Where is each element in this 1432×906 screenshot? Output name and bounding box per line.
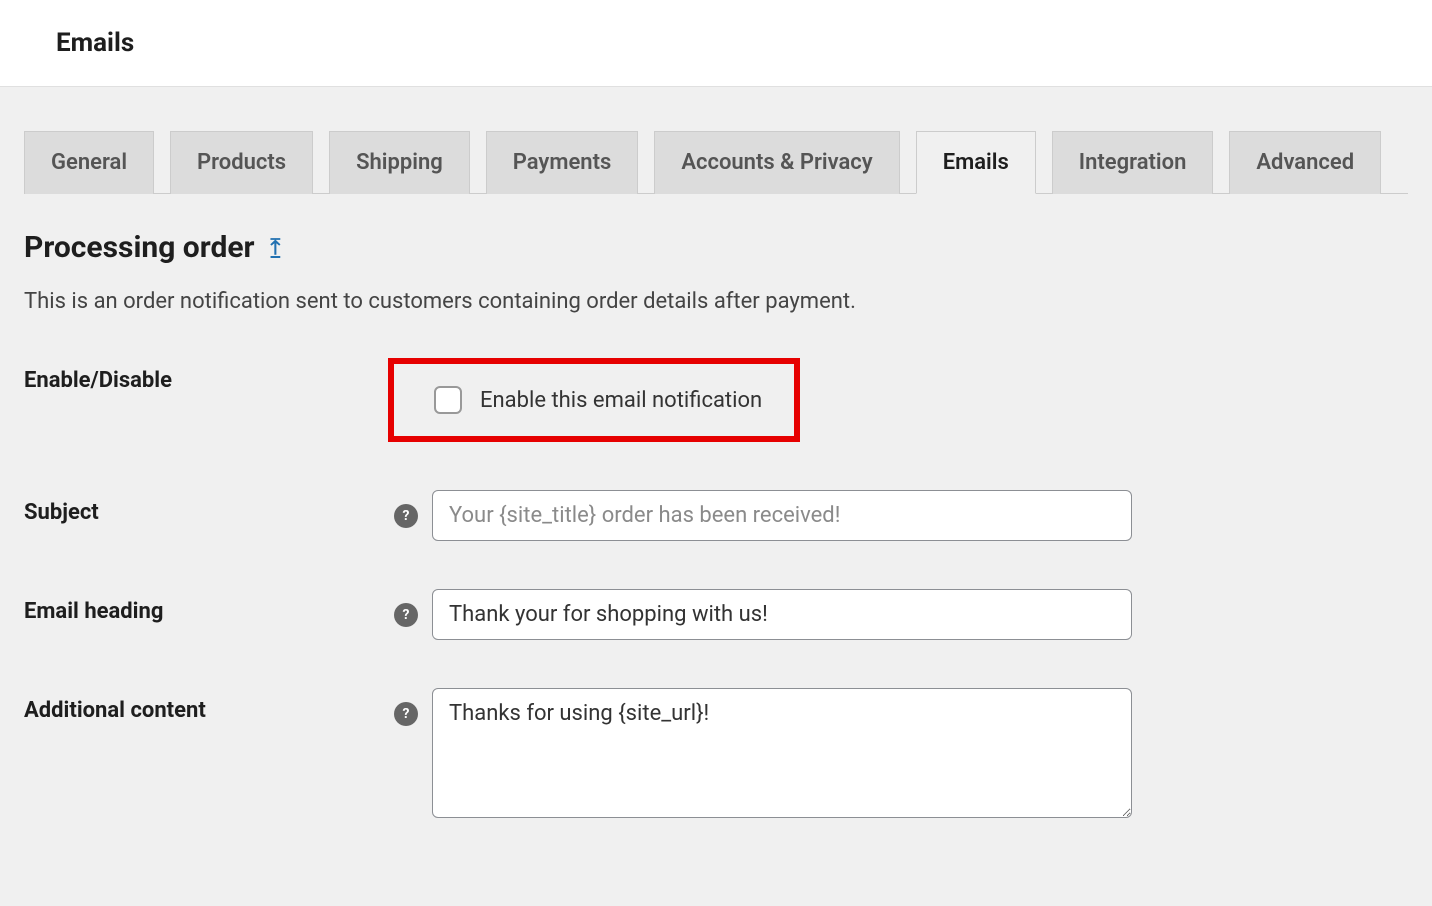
label-additional-content: Additional content [24,688,394,723]
content-area: General Products Shipping Payments Accou… [0,87,1432,906]
enable-highlight-box: Enable this email notification [388,358,800,442]
field-enable-disable: Enable this email notification [394,358,1408,442]
help-icon[interactable]: ? [394,702,418,726]
tab-products[interactable]: Products [170,131,313,194]
field-additional-content: ? [394,688,1408,818]
row-additional-content: Additional content ? [24,688,1408,818]
tab-accounts-privacy[interactable]: Accounts & Privacy [654,131,899,194]
row-email-heading: Email heading ? [24,589,1408,640]
tab-shipping[interactable]: Shipping [329,131,470,194]
tab-general[interactable]: General [24,131,154,194]
email-heading-input[interactable] [432,589,1132,640]
tabs-nav: General Products Shipping Payments Accou… [24,87,1408,194]
page-description: This is an order notification sent to cu… [24,289,1408,314]
header: Emails [0,0,1432,86]
field-subject: ? [394,490,1408,541]
tab-payments[interactable]: Payments [486,131,639,194]
tab-integration[interactable]: Integration [1052,131,1214,194]
back-link-icon[interactable]: ⤒ [271,235,281,260]
field-email-heading: ? [394,589,1408,640]
row-enable-disable: Enable/Disable Enable this email notific… [24,358,1408,442]
label-subject: Subject [24,490,394,525]
page-title: Processing order [24,230,255,265]
help-icon[interactable]: ? [394,603,418,627]
settings-form: Enable/Disable Enable this email notific… [24,358,1408,818]
enable-checkbox-label[interactable]: Enable this email notification [480,388,762,413]
label-email-heading: Email heading [24,589,394,624]
enable-checkbox[interactable] [434,386,462,414]
subject-input[interactable] [432,490,1132,541]
additional-content-textarea[interactable] [432,688,1132,818]
row-subject: Subject ? [24,490,1408,541]
label-enable-disable: Enable/Disable [24,358,394,393]
page-header: Processing order ⤒ [24,230,1408,265]
tab-emails[interactable]: Emails [916,131,1036,194]
help-icon[interactable]: ? [394,504,418,528]
tab-advanced[interactable]: Advanced [1229,131,1381,194]
header-title: Emails [56,28,1376,58]
